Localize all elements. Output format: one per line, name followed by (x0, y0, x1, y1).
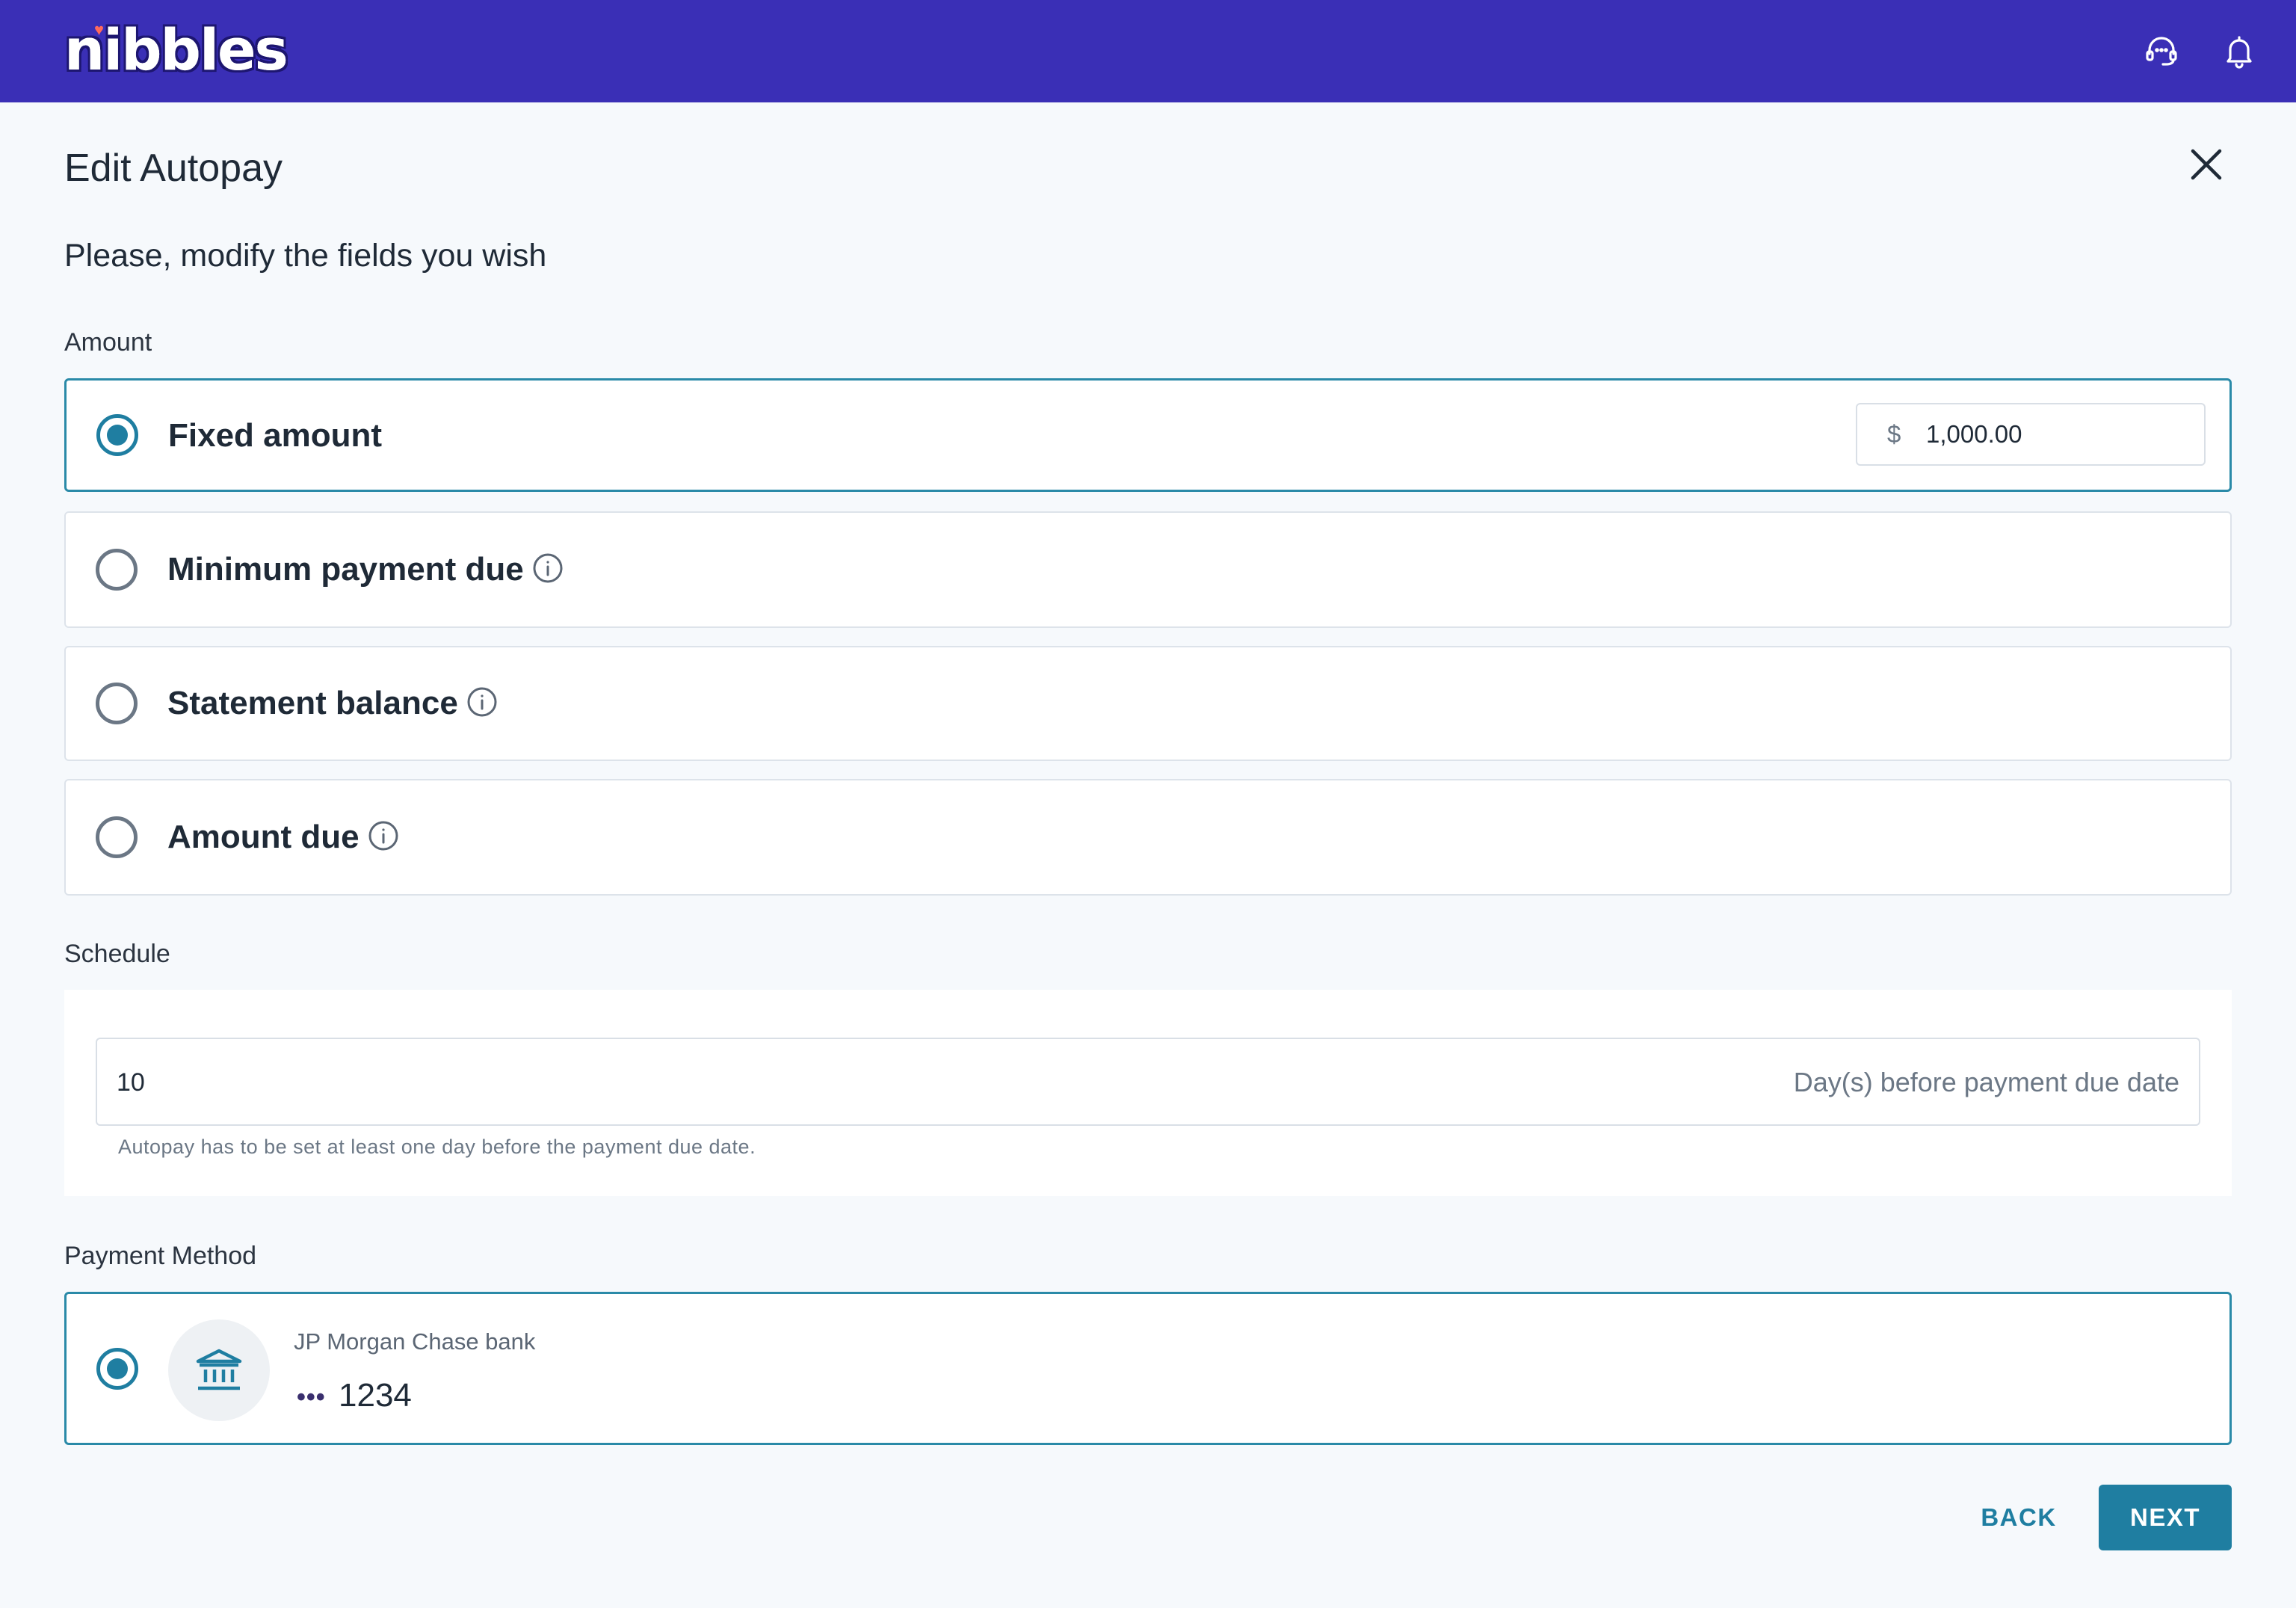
info-icon[interactable] (367, 819, 400, 852)
back-button[interactable]: BACK (1963, 1485, 2075, 1550)
bell-icon[interactable] (2220, 31, 2259, 70)
next-button[interactable]: NEXT (2099, 1485, 2232, 1550)
top-navigation-bar: nibbles ♥ (0, 0, 2296, 102)
amount-section-label: Amount (64, 328, 152, 357)
account-mask: ••• (297, 1383, 326, 1411)
option-amount-due[interactable]: Amount due (64, 779, 2232, 896)
schedule-helper-text: Autopay has to be set at least one day b… (118, 1136, 756, 1158)
page-title: Edit Autopay (64, 147, 283, 190)
currency-symbol: $ (1887, 420, 1901, 448)
option-label: Amount due (167, 819, 359, 855)
schedule-card: 10 Day(s) before payment due date Autopa… (64, 990, 2232, 1196)
schedule-section-label: Schedule (64, 940, 170, 968)
bank-avatar (168, 1319, 270, 1421)
option-label: Minimum payment due (167, 551, 524, 588)
radio-fixed-amount[interactable] (96, 414, 138, 456)
close-icon[interactable] (2188, 147, 2224, 182)
payment-method-card[interactable]: JP Morgan Chase bank ••• 1234 (64, 1292, 2232, 1445)
radio-minimum-payment-due[interactable] (96, 549, 138, 591)
schedule-days-value[interactable]: 10 (117, 1039, 145, 1126)
headset-icon[interactable] (2142, 31, 2181, 70)
schedule-days-suffix: Day(s) before payment due date (1793, 1067, 2179, 1097)
fixed-amount-input[interactable]: $ 1,000.00 (1856, 403, 2206, 466)
bank-name: JP Morgan Chase bank (294, 1328, 536, 1355)
option-minimum-payment-due[interactable]: Minimum payment due (64, 511, 2232, 628)
payment-method-section-label: Payment Method (64, 1242, 257, 1270)
logo-heart-icon: ♥ (94, 20, 105, 39)
option-statement-balance[interactable]: Statement balance (64, 646, 2232, 761)
radio-payment-method[interactable] (96, 1348, 138, 1390)
page-subtitle: Please, modify the fields you wish (64, 238, 547, 274)
option-label: Statement balance (167, 685, 458, 721)
radio-amount-due[interactable] (96, 816, 138, 858)
option-label-wrap: Statement balance (167, 681, 499, 726)
option-label-wrap: Amount due (167, 815, 400, 860)
fixed-amount-value[interactable]: 1,000.00 (1926, 404, 2022, 464)
option-label-wrap: Minimum payment due (167, 547, 564, 592)
bank-icon (196, 1349, 242, 1390)
schedule-days-input[interactable]: 10 Day(s) before payment due date (96, 1038, 2200, 1126)
info-icon[interactable] (466, 686, 499, 718)
info-icon[interactable] (531, 552, 564, 585)
radio-statement-balance[interactable] (96, 683, 138, 724)
account-last4: 1234 (339, 1377, 412, 1414)
option-label: Fixed amount (168, 417, 383, 454)
option-fixed-amount[interactable]: Fixed amount $ 1,000.00 (64, 378, 2232, 492)
